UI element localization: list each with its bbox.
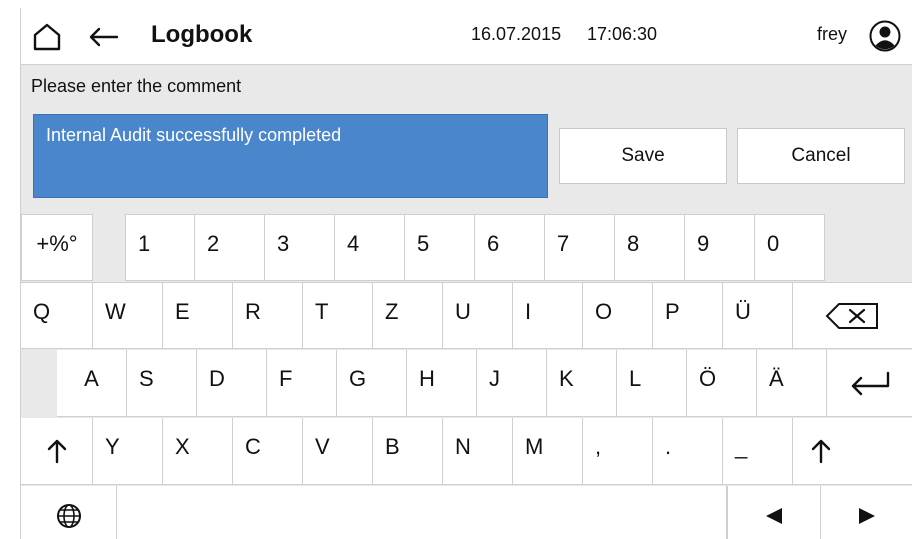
key-letter[interactable]: R <box>233 282 303 349</box>
logbook-screen: Logbook 16.07.2015 17:06:30 frey Please … <box>20 8 912 539</box>
comment-input[interactable]: Internal Audit successfully completed <box>33 114 548 198</box>
backspace-icon[interactable] <box>793 282 912 349</box>
shift-icon[interactable] <box>793 418 912 485</box>
save-button[interactable]: Save <box>559 128 727 184</box>
key-letter[interactable]: M <box>513 418 583 485</box>
enter-icon[interactable] <box>827 350 912 417</box>
key-letter[interactable]: F <box>267 350 337 417</box>
comment-prompt: Please enter the comment <box>31 76 242 96</box>
key-letter[interactable]: T <box>303 282 373 349</box>
space-key[interactable] <box>117 486 727 539</box>
key-letter[interactable]: A <box>57 350 127 417</box>
arrow-right-icon[interactable] <box>821 486 912 539</box>
keyboard-row-q: Q W E R T Z U I O P Ü <box>21 282 912 350</box>
key-letter[interactable]: X <box>163 418 233 485</box>
date-display: 16.07.2015 <box>471 24 562 44</box>
key-letter[interactable]: U <box>443 282 513 349</box>
key-letter[interactable]: C <box>233 418 303 485</box>
key-digit[interactable]: 5 <box>405 214 475 281</box>
key-digit[interactable]: 2 <box>195 214 265 281</box>
back-arrow-icon[interactable] <box>87 22 119 52</box>
key-digit[interactable]: 0 <box>755 214 825 281</box>
key-letter[interactable]: S <box>127 350 197 417</box>
key-letter[interactable]: Ü <box>723 282 793 349</box>
keyboard-row-a: A S D F G H J K L Ö Ä <box>21 350 912 418</box>
key-letter[interactable]: Z <box>373 282 443 349</box>
key-symbols[interactable]: +%° <box>21 214 93 281</box>
page-title: Logbook <box>151 21 253 48</box>
key-letter[interactable]: Y <box>93 418 163 485</box>
cancel-button[interactable]: Cancel <box>737 128 905 184</box>
key-letter[interactable]: K <box>547 350 617 417</box>
key-digit[interactable]: 3 <box>265 214 335 281</box>
keyboard-row-digits: +%° 1 2 3 4 5 6 7 8 9 0 <box>21 214 912 282</box>
header-bar: Logbook 16.07.2015 17:06:30 frey <box>21 8 912 65</box>
key-letter[interactable]: Ä <box>757 350 827 417</box>
key-digit[interactable]: 9 <box>685 214 755 281</box>
keyboard-row-y: Y X C V B N M , . _ <box>21 418 912 486</box>
user-avatar-icon[interactable] <box>869 20 901 52</box>
key-letter[interactable]: H <box>407 350 477 417</box>
globe-icon[interactable] <box>21 486 117 539</box>
key-letter[interactable]: P <box>653 282 723 349</box>
key-digit[interactable]: 4 <box>335 214 405 281</box>
keyboard-row-bottom <box>21 486 912 539</box>
key-period[interactable]: . <box>653 418 723 485</box>
time-display: 17:06:30 <box>587 24 658 44</box>
key-letter[interactable]: V <box>303 418 373 485</box>
username: frey <box>817 24 848 44</box>
key-letter[interactable]: L <box>617 350 687 417</box>
key-underscore[interactable]: _ <box>723 418 793 485</box>
key-letter[interactable]: G <box>337 350 407 417</box>
key-letter[interactable]: N <box>443 418 513 485</box>
key-digit[interactable]: 7 <box>545 214 615 281</box>
key-letter[interactable]: W <box>93 282 163 349</box>
key-letter[interactable]: O <box>583 282 653 349</box>
key-digit[interactable]: 1 <box>125 214 195 281</box>
home-icon[interactable] <box>31 22 63 52</box>
key-letter[interactable]: I <box>513 282 583 349</box>
shift-icon[interactable] <box>21 418 93 485</box>
key-letter[interactable]: D <box>197 350 267 417</box>
key-letter[interactable]: E <box>163 282 233 349</box>
arrow-left-icon[interactable] <box>727 486 821 539</box>
key-letter[interactable]: B <box>373 418 443 485</box>
key-digit[interactable]: 6 <box>475 214 545 281</box>
key-comma[interactable]: , <box>583 418 653 485</box>
key-letter[interactable]: Ö <box>687 350 757 417</box>
key-letter[interactable]: Q <box>21 282 93 349</box>
key-digit[interactable]: 8 <box>615 214 685 281</box>
key-letter[interactable]: J <box>477 350 547 417</box>
